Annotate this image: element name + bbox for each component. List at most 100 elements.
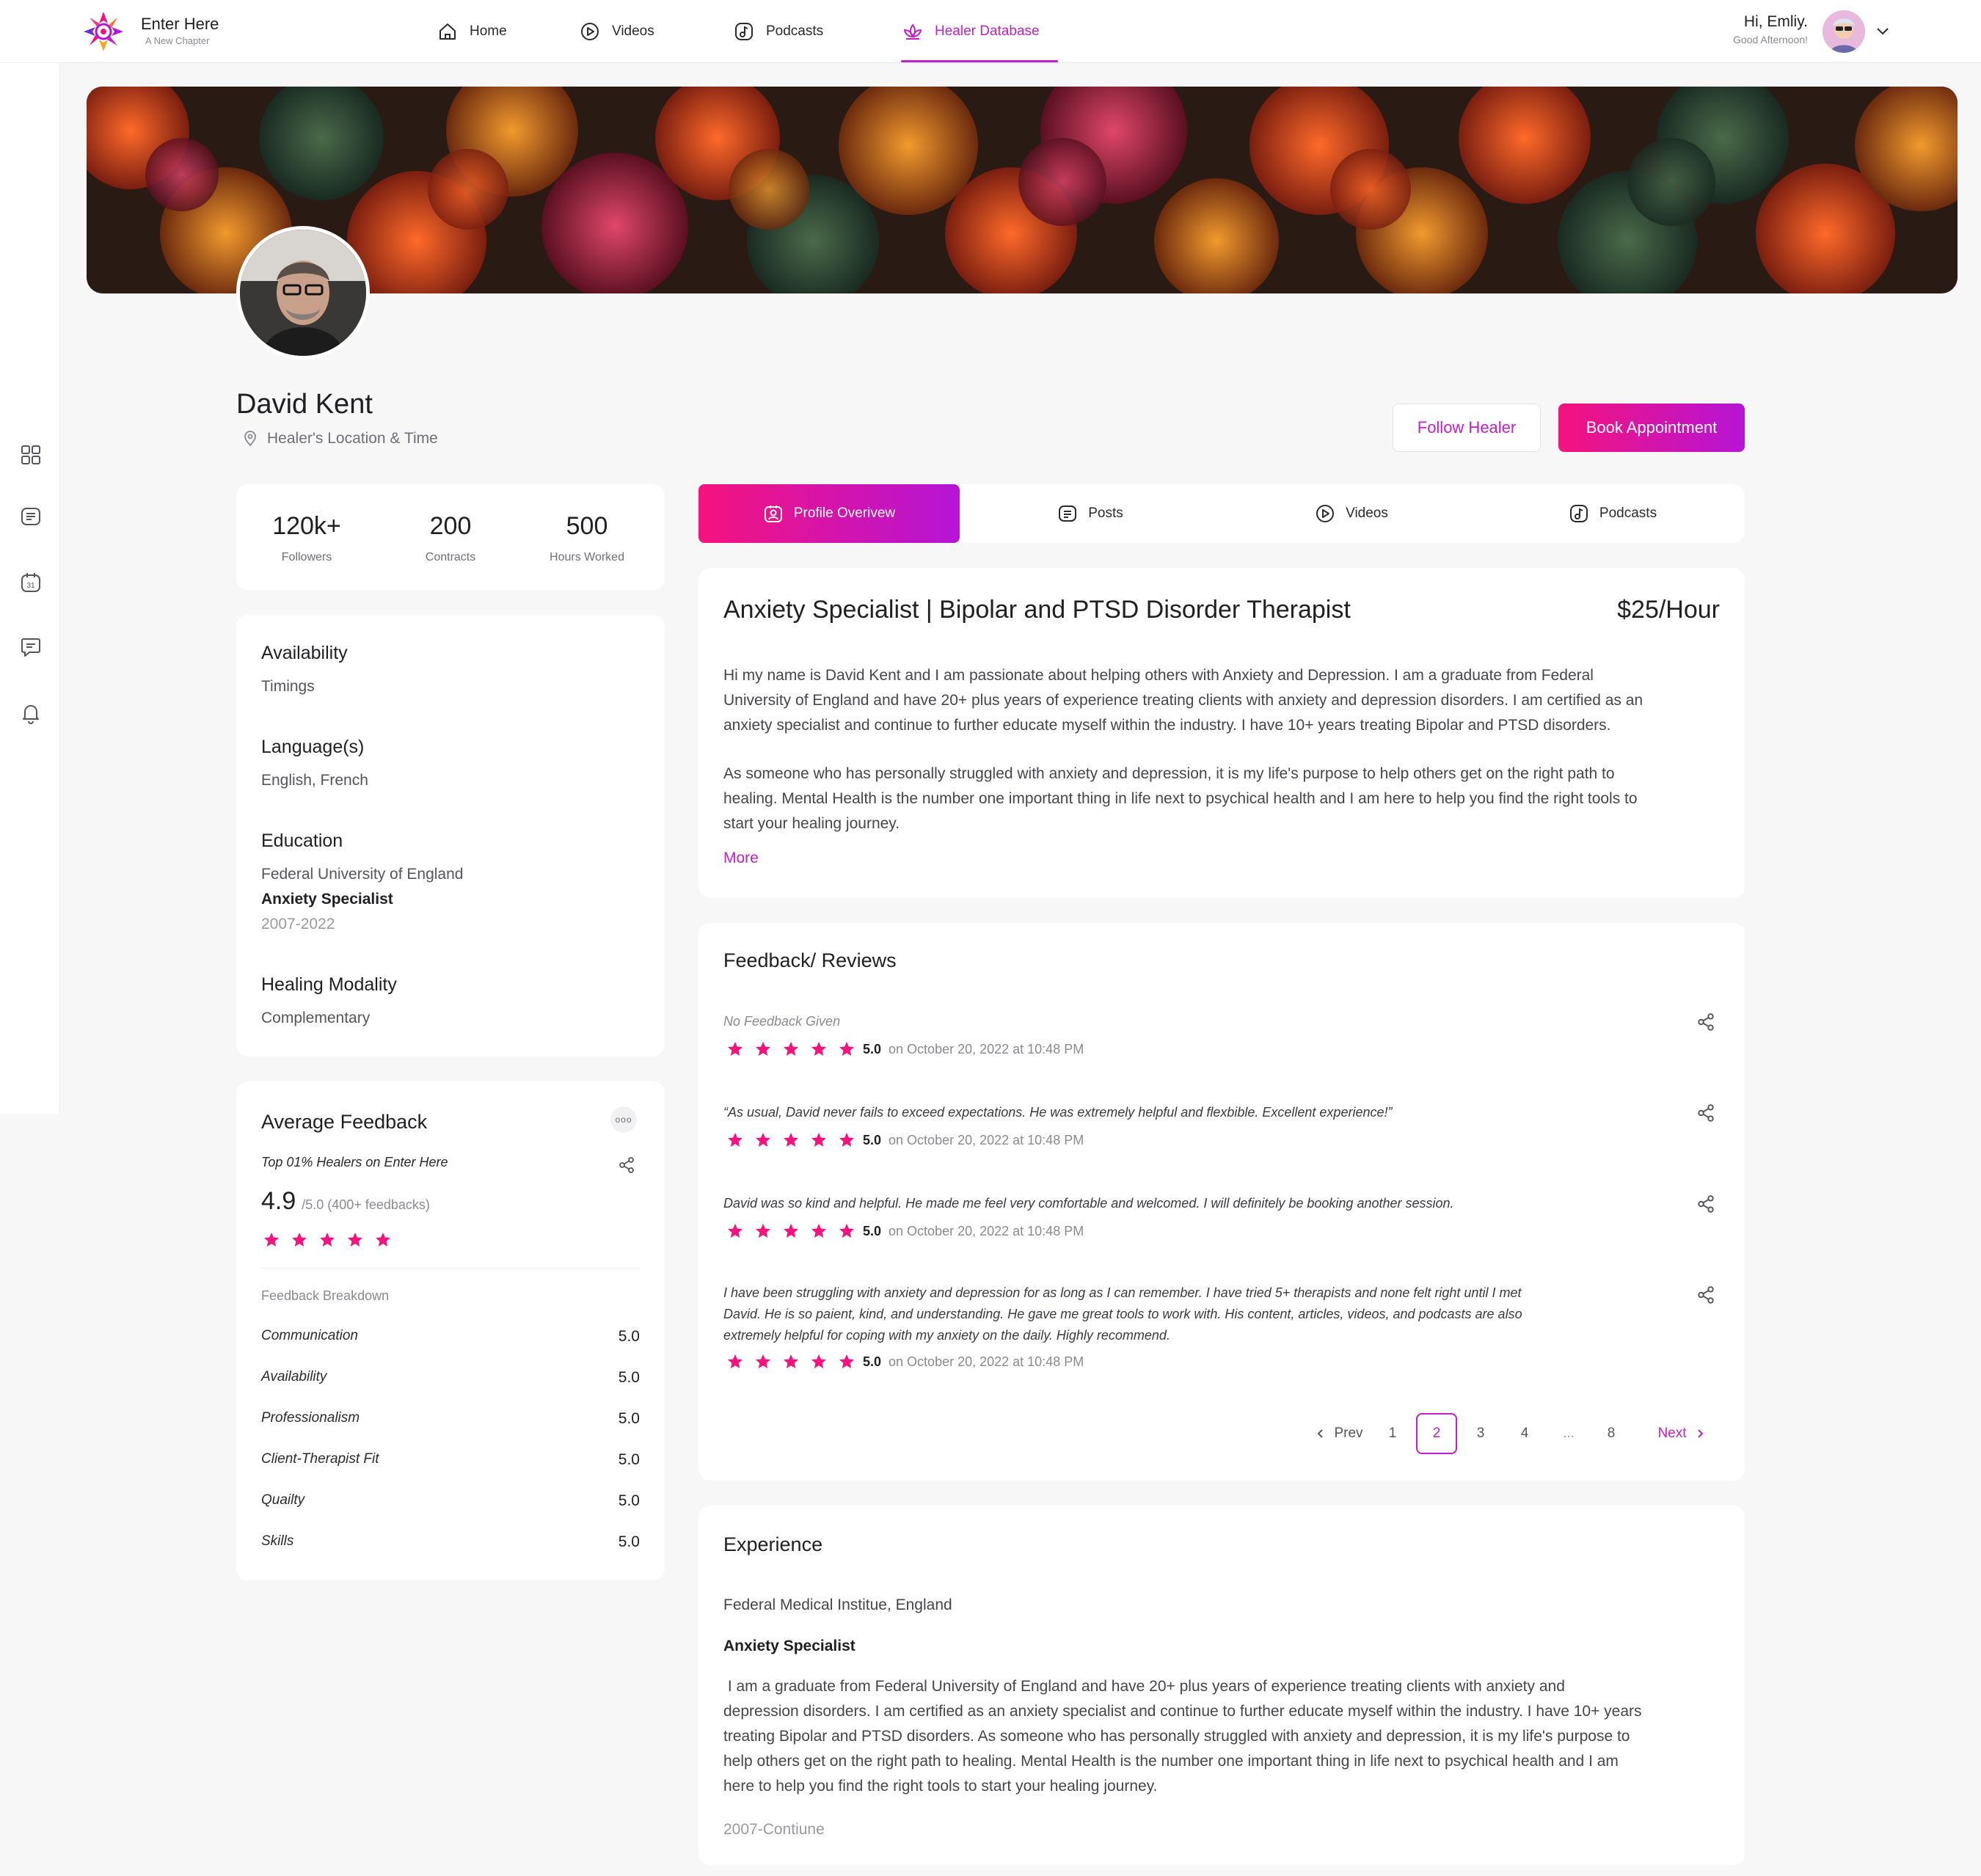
calendar-icon[interactable]: 31 [19,571,43,594]
experience-line: I am a graduate from Federal University … [723,1678,1565,1695]
availability-value: Timings [261,678,315,695]
active-nav-indicator [901,60,1058,62]
user-avatar[interactable] [1823,10,1865,53]
tab-videos[interactable]: Videos [1221,484,1482,543]
breakdown-category: Skills [261,1533,294,1549]
breakdown-category: Professionalism [261,1410,360,1426]
pagination-prev[interactable]: Prev [1299,1413,1379,1454]
breakdown-row: Quailty 5.0 [261,1492,640,1510]
nav-videos-label: Videos [612,23,654,39]
pagination-page[interactable]: 1 [1372,1413,1413,1454]
share-icon[interactable] [1696,1194,1715,1213]
review-meta: 5.0 on October 20, 2022 at 10:48 PM [726,1222,1084,1240]
review-date: on October 20, 2022 at 10:48 PM [889,1132,1084,1147]
calendar-day: 31 [26,582,35,590]
experience-line: depression disorders. I am certified as … [723,1703,1642,1720]
experience-card: Experience Federal Medical Institue, Eng… [698,1505,1745,1865]
tab-label: Posts [1088,506,1123,521]
divider [261,1268,640,1269]
experience-years: 2007-Contiune [723,1821,825,1838]
pagination-next[interactable]: Next [1645,1413,1718,1454]
star-icon [839,1133,854,1147]
stat-followers: 120k+ Followers [241,512,373,564]
share-icon[interactable] [1696,1103,1715,1123]
pagination-page-current[interactable]: 2 [1416,1413,1457,1454]
pagination-page[interactable]: 4 [1504,1413,1545,1454]
star-icon [320,1233,335,1247]
brand-logo-icon[interactable] [82,10,125,53]
tab-label: Profile Overivew [793,506,896,521]
share-icon[interactable] [1696,1012,1715,1032]
follow-healer-button[interactable]: Follow Healer [1393,404,1541,452]
breakdown-category: Availability [261,1369,327,1384]
experience-title: Experience [723,1533,823,1555]
pagination-page[interactable]: 8 [1591,1413,1632,1454]
breakdown-score: 5.0 [618,1533,640,1550]
education-school: Federal University of England [261,866,464,883]
bell-icon[interactable] [19,701,43,725]
nav-home[interactable]: Home [437,0,507,63]
breakdown-score: 5.0 [618,1369,640,1386]
pagination-ellipsis: ... [1563,1426,1575,1441]
review-score: 5.0 [863,1132,882,1147]
experience-line: here to help you find the right tools to… [723,1778,1158,1795]
dashboard-icon[interactable] [19,443,43,467]
book-appointment-button[interactable]: Book Appointment [1558,404,1745,452]
breakdown-title: Feedback Breakdown [261,1288,390,1303]
home-icon [439,23,456,40]
modality-heading: Healing Modality [261,974,397,995]
tab-posts[interactable]: Posts [960,484,1221,543]
review-score: 5.0 [863,1223,882,1238]
chevron-down-icon[interactable] [1874,22,1891,40]
experience-description: I am a graduate from Federal University … [723,1674,1721,1799]
greeting-subtext: Good Afternoon! [1733,34,1808,45]
score-out-of: /5.0 (400+ feedbacks) [302,1197,430,1212]
brand-tagline: A New Chapter [145,35,210,46]
pagination-page[interactable]: 3 [1460,1413,1501,1454]
star-icon [784,1133,798,1147]
stat-value: 500 [566,512,608,540]
star-icon [728,1133,743,1147]
average-score: 4.9 /5.0 (400+ feedbacks) [261,1187,430,1216]
bio-paragraph-1: Hi my name is David Kent and I am passio… [723,663,1721,738]
breakdown-row: Communication 5.0 [261,1328,640,1346]
review-date: on October 20, 2022 at 10:48 PM [889,1223,1084,1238]
star-icon [839,1042,854,1056]
brand-name: Enter Here [141,15,219,33]
location-text: Healer's Location & Time [267,430,438,447]
tab-label: Videos [1346,506,1388,521]
more-link[interactable]: More [723,850,759,867]
score-value: 4.9 [261,1187,296,1215]
review-line: extremely helpful for coping with my anx… [723,1328,1170,1343]
star-icon [784,1042,798,1056]
average-feedback-title: Average Feedback [261,1111,428,1133]
podcast-icon [1569,505,1588,522]
chat-icon[interactable] [19,635,43,659]
lotus-icon [903,23,922,40]
star-icon [839,1224,854,1238]
bio-line: As someone who has personally struggled … [723,765,1615,782]
bio-line: Hi my name is David Kent and I am passio… [723,667,1594,684]
nav-podcasts-label: Podcasts [766,23,824,39]
star-icon [728,1224,743,1238]
nav-home-label: Home [470,23,507,39]
more-options-icon[interactable]: ooo [610,1106,637,1133]
review-meta: 5.0 on October 20, 2022 at 10:48 PM [726,1131,1084,1149]
nav-podcasts[interactable]: Podcasts [734,0,823,63]
tab-podcasts[interactable]: Podcasts [1482,484,1743,543]
breakdown-score: 5.0 [618,1328,640,1345]
nav-videos[interactable]: Videos [580,0,654,63]
share-icon[interactable] [1696,1285,1715,1304]
star-icon [348,1233,362,1247]
profile-icon [764,506,782,522]
bio-paragraph-2: As someone who has personally struggled … [723,762,1721,836]
tab-profile-overview[interactable]: Profile Overivew [698,484,960,543]
share-icon[interactable] [618,1156,635,1174]
profile-overview-card: Anxiety Specialist | Bipolar and PTSD Di… [698,568,1745,898]
review-stars [726,1222,855,1240]
nav-healer-database[interactable]: Healer Database [902,0,1040,63]
notes-icon[interactable] [19,505,43,528]
video-icon [581,23,599,40]
healer-avatar [236,226,370,359]
star-icon [728,1354,743,1368]
